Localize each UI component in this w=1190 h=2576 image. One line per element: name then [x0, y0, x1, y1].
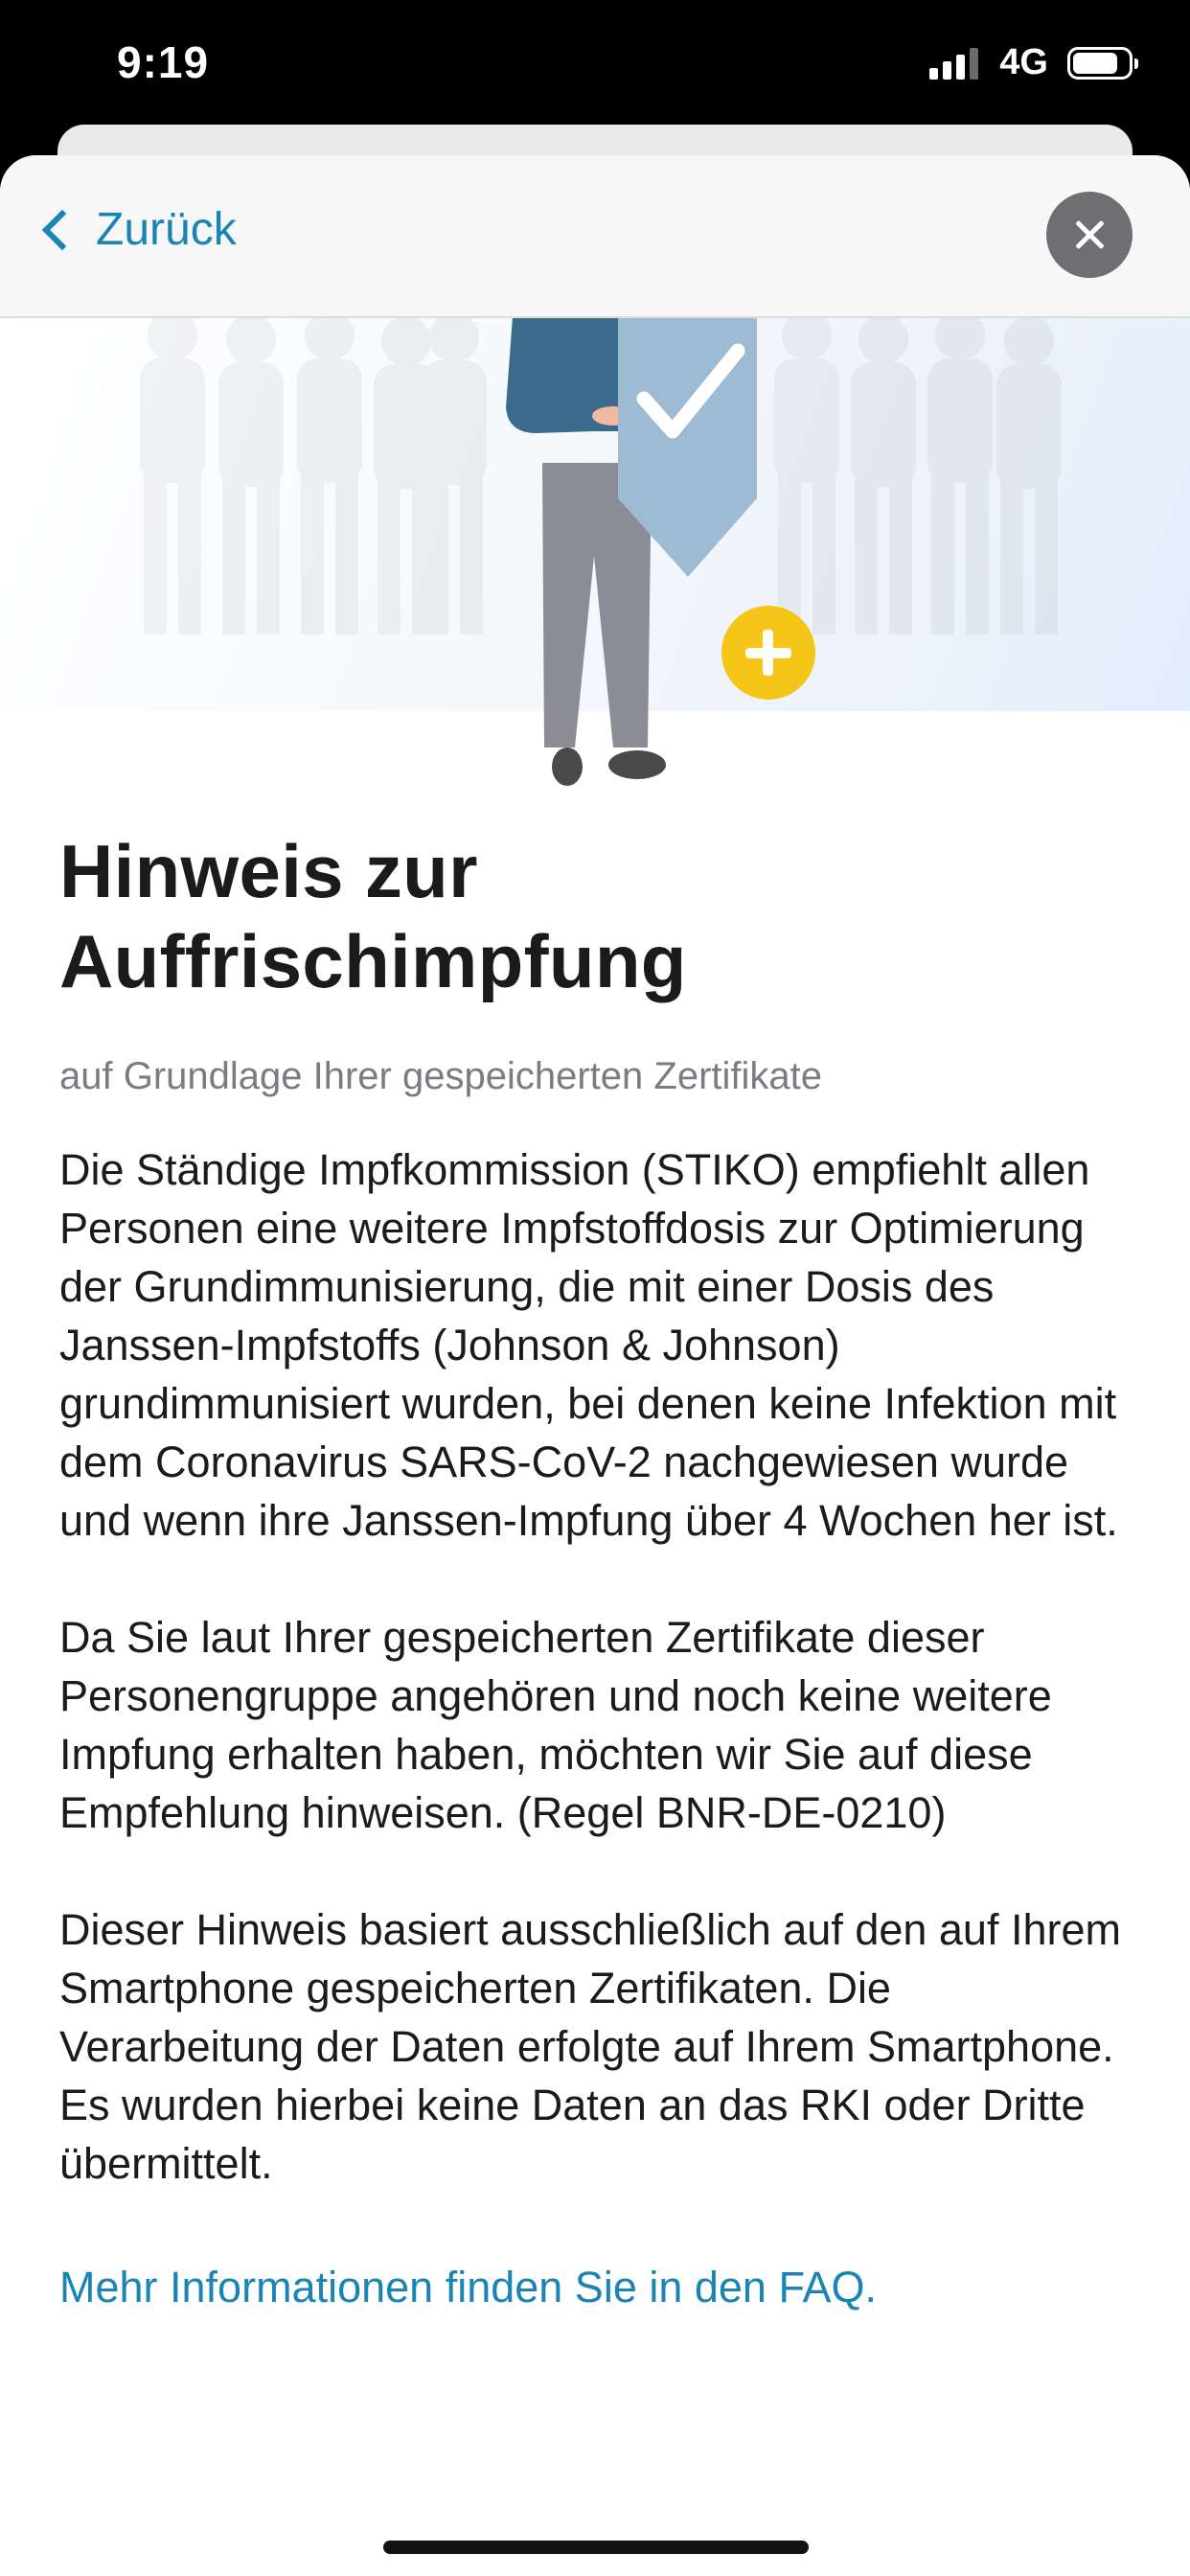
home-indicator: [383, 2541, 809, 2554]
network-type: 4G: [999, 42, 1048, 82]
page-subtitle: auf Grundlage Ihrer gespeicherten Zertif…: [59, 1055, 822, 1097]
close-button[interactable]: [1046, 192, 1133, 278]
status-bar: 9:19 4G: [0, 0, 1190, 134]
navigation-bar: Zurück: [0, 155, 1190, 318]
back-label: Zurück: [96, 204, 237, 255]
body-paragraph-3: Dieser Hinweis basiert ausschließlich au…: [59, 1905, 1121, 2188]
status-time: 9:19: [117, 37, 210, 87]
status-indicators: 4G: [929, 42, 1138, 83]
battery-icon: [1067, 46, 1138, 80]
chevron-left-icon: [41, 209, 83, 250]
faq-link[interactable]: Mehr Informationen finden Sie in den FAQ…: [59, 2258, 1131, 2316]
cellular-signal-icon: [929, 47, 979, 80]
page-title: Hinweis zur Auffrischimpfung: [59, 829, 687, 1003]
back-button[interactable]: Zurück: [34, 203, 237, 256]
plus-badge-circle: [721, 606, 815, 700]
booster-notice-sheet: Zurück Hinweis zur Auffrischimpfung auf …: [0, 155, 1190, 2576]
notice-content: Hinweis zur Auffrischimpfung auf Grundla…: [59, 826, 1131, 2316]
body-paragraph-2: Da Sie laut Ihrer gespeicherten Zertifik…: [59, 1613, 1052, 1837]
body-paragraph-1: Die Ständige Impfkommission (STIKO) empf…: [59, 1145, 1118, 1545]
